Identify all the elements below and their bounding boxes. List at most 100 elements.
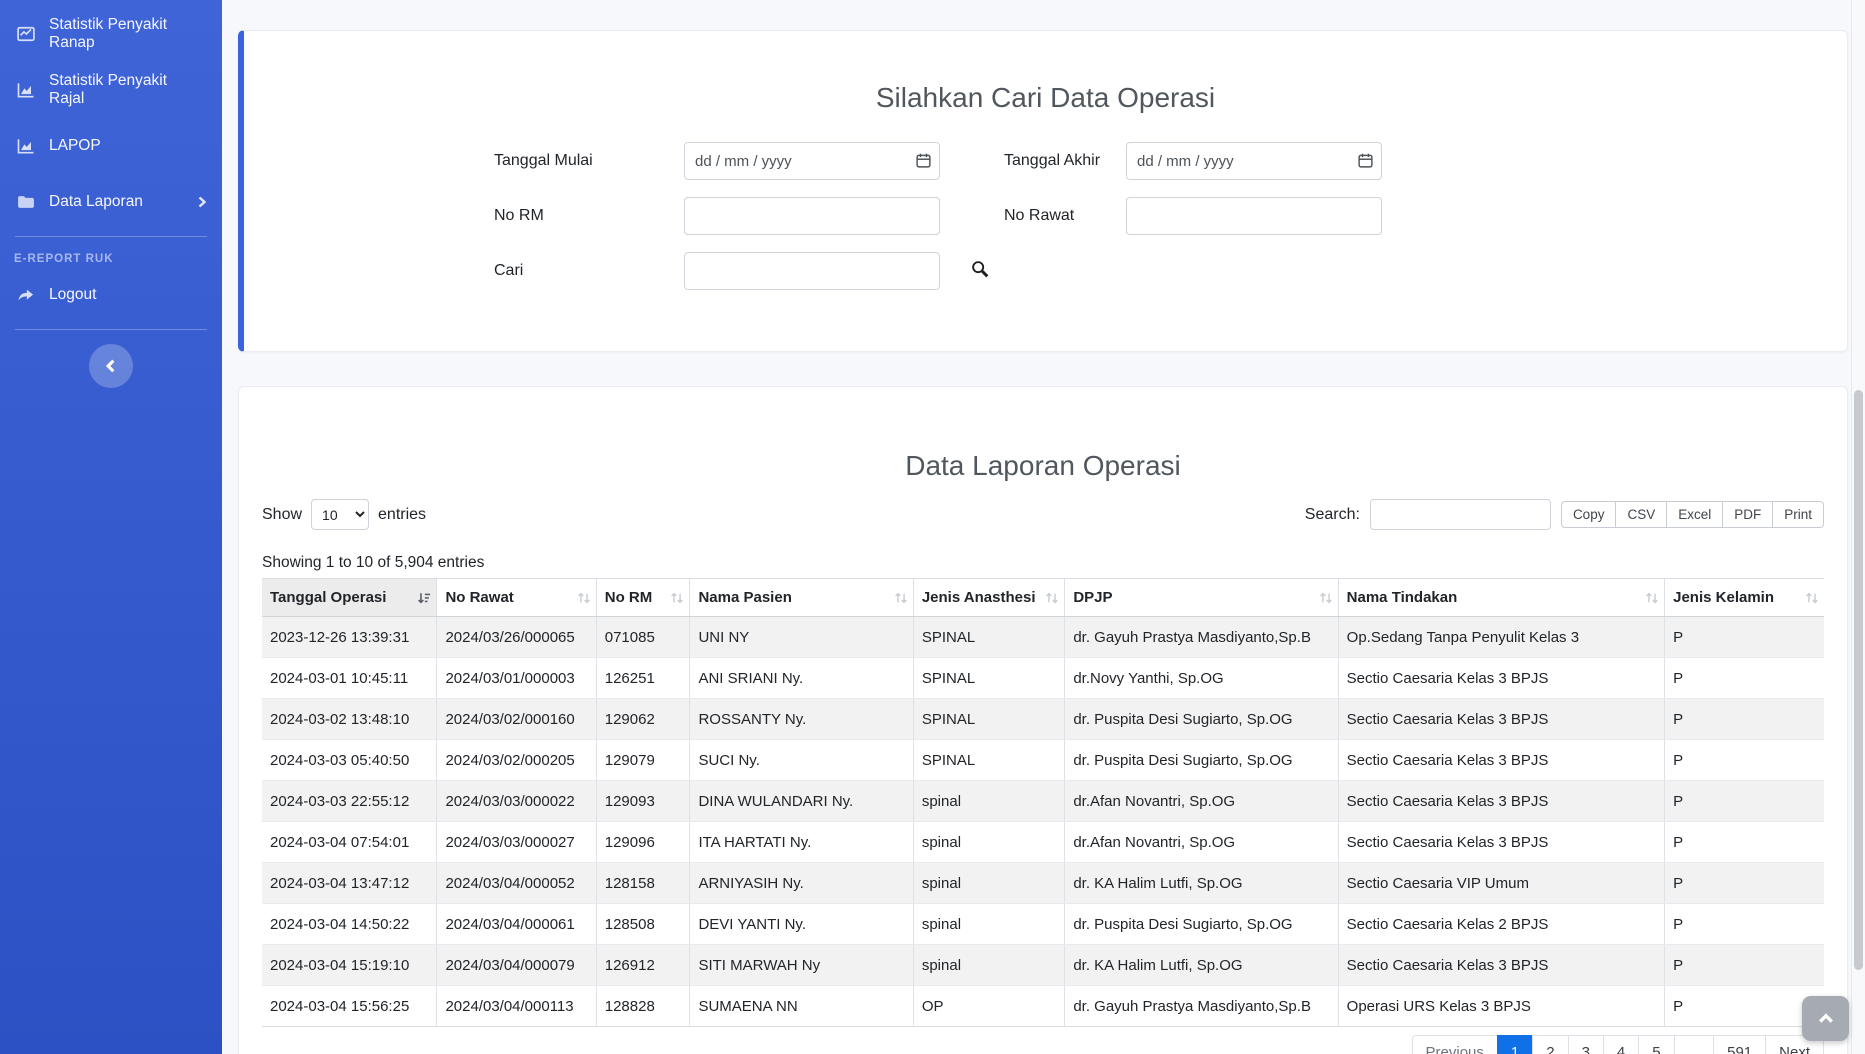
chevron-left-icon (104, 359, 118, 373)
page-1-button[interactable]: 1 (1497, 1035, 1533, 1054)
table-cell: 2024/03/04/000079 (437, 945, 596, 986)
column-header-nama-tindakan[interactable]: Nama Tindakan (1338, 579, 1664, 617)
table-cell: 128508 (596, 904, 690, 945)
table-info-text: Showing 1 to 10 of 5,904 entries (262, 554, 1824, 572)
scroll-to-top-button[interactable] (1802, 996, 1849, 1041)
table-cell: Sectio Caesaria Kelas 3 BPJS (1338, 699, 1664, 740)
table-cell: spinal (913, 904, 1065, 945)
column-header-label: No Rawat (445, 589, 513, 606)
export-print-button[interactable]: Print (1772, 501, 1824, 528)
table-cell: Sectio Caesaria Kelas 3 BPJS (1338, 658, 1664, 699)
table-header-row: Tanggal OperasiNo RawatNo RMNama PasienJ… (262, 579, 1824, 617)
table-cell: Sectio Caesaria Kelas 3 BPJS (1338, 781, 1664, 822)
table-card-title: Data Laporan Operasi (262, 449, 1824, 483)
cari-label: Cari (494, 262, 684, 280)
data-table: Tanggal OperasiNo RawatNo RMNama PasienJ… (262, 578, 1824, 1027)
page-591-button[interactable]: 591 (1713, 1035, 1766, 1054)
sidebar-item-label: Data Laporan (49, 193, 143, 211)
sidebar-item-data-laporan[interactable]: Data Laporan (0, 174, 222, 230)
table-cell: 2024-03-03 22:55:12 (262, 781, 437, 822)
page-scrollbar-track[interactable] (1851, 0, 1865, 1054)
table-cell: 129062 (596, 699, 690, 740)
entries-label: entries (378, 506, 426, 524)
tanggal-akhir-input[interactable] (1126, 142, 1382, 180)
table-row: 2024-03-04 15:19:102024/03/04/0000791269… (262, 945, 1824, 986)
column-header-no-rm[interactable]: No RM (596, 579, 690, 617)
no-rm-input[interactable] (684, 197, 940, 235)
calendar-icon[interactable] (1357, 152, 1374, 169)
calendar-icon[interactable] (915, 152, 932, 169)
column-header-tanggal-operasi[interactable]: Tanggal Operasi (262, 579, 437, 617)
page-3-button[interactable]: 3 (1568, 1035, 1604, 1054)
sidebar-collapse-button[interactable] (89, 344, 133, 388)
column-header-no-rawat[interactable]: No Rawat (437, 579, 596, 617)
export-copy-button[interactable]: Copy (1561, 501, 1617, 528)
sort-icon (670, 591, 684, 605)
column-header-dpjp[interactable]: DPJP (1065, 579, 1338, 617)
export-csv-button[interactable]: CSV (1615, 501, 1667, 528)
table-cell: P (1665, 986, 1824, 1027)
export-excel-button[interactable]: Excel (1666, 501, 1723, 528)
sidebar-divider (15, 236, 207, 237)
table-cell: dr. Gayuh Prastya Masdiyanto,Sp.B (1065, 986, 1338, 1027)
sidebar-section-label: E-REPORT RUK (0, 243, 222, 267)
search-icon (969, 258, 991, 280)
table-cell: ROSSANTY Ny. (690, 699, 913, 740)
table-cell: DINA WULANDARI Ny. (690, 781, 913, 822)
cari-input[interactable] (684, 252, 940, 290)
previous-page-button[interactable]: Previous (1412, 1035, 1498, 1054)
table-cell: DEVI YANTI Ny. (690, 904, 913, 945)
export-pdf-button[interactable]: PDF (1722, 501, 1773, 528)
column-header-jenis-kelamin[interactable]: Jenis Kelamin (1665, 579, 1824, 617)
table-cell: ANI SRIANI Ny. (690, 658, 913, 699)
table-cell: 2024/03/02/000205 (437, 740, 596, 781)
table-search-input[interactable] (1370, 499, 1551, 530)
table-cell: 2024-03-02 13:48:10 (262, 699, 437, 740)
show-label: Show (262, 506, 302, 524)
table-cell: 2024-03-04 15:56:25 (262, 986, 437, 1027)
page-scrollbar-thumb[interactable] (1854, 390, 1863, 970)
table-row: 2024-03-04 07:54:012024/03/03/0000271290… (262, 822, 1824, 863)
sidebar-item-lapop[interactable]: LAPOP (0, 118, 222, 174)
logout-icon (16, 285, 36, 305)
column-header-label: DPJP (1073, 589, 1112, 606)
search-submit-button[interactable] (968, 258, 992, 282)
page-5-button[interactable]: 5 (1638, 1035, 1674, 1054)
table-cell: dr. KA Halim Lutfi, Sp.OG (1065, 945, 1338, 986)
table-row: 2024-03-04 14:50:222024/03/04/0000611285… (262, 904, 1824, 945)
page-4-button[interactable]: 4 (1603, 1035, 1639, 1054)
tanggal-mulai-input[interactable] (684, 142, 940, 180)
sidebar: Statistik Penyakit Ranap Statistik Penya… (0, 0, 222, 1054)
table-row: 2024-03-02 13:48:102024/03/02/0001601290… (262, 699, 1824, 740)
sidebar-divider (15, 329, 207, 330)
table-cell: 129093 (596, 781, 690, 822)
table-cell: 2024/03/04/000113 (437, 986, 596, 1027)
table-cell: dr. KA Halim Lutfi, Sp.OG (1065, 863, 1338, 904)
sidebar-item-statistik-penyakit-ranap[interactable]: Statistik Penyakit Ranap (0, 6, 222, 62)
table-cell: P (1665, 658, 1824, 699)
sidebar-item-logout[interactable]: Logout (0, 267, 222, 323)
table-cell: 2024-03-04 13:47:12 (262, 863, 437, 904)
page-2-button[interactable]: 2 (1532, 1035, 1568, 1054)
sort-icon (1645, 591, 1659, 605)
table-cell: SPINAL (913, 699, 1065, 740)
tanggal-mulai-label: Tanggal Mulai (494, 152, 684, 170)
chart-bar-icon (16, 80, 36, 100)
no-rawat-label: No Rawat (940, 207, 1126, 225)
entries-select[interactable]: 10 (311, 499, 369, 530)
table-cell: P (1665, 699, 1824, 740)
sidebar-item-statistik-penyakit-rajal[interactable]: Statistik Penyakit Rajal (0, 62, 222, 118)
column-header-jenis-anasthesi[interactable]: Jenis Anasthesi (913, 579, 1065, 617)
no-rawat-input[interactable] (1126, 197, 1382, 235)
column-header-label: Nama Tindakan (1347, 589, 1458, 606)
sidebar-item-label: LAPOP (49, 137, 101, 155)
column-header-nama-pasien[interactable]: Nama Pasien (690, 579, 913, 617)
table-cell: 2024/03/01/000003 (437, 658, 596, 699)
table-cell: ITA HARTATI Ny. (690, 822, 913, 863)
table-row: 2023-12-26 13:39:312024/03/26/0000650710… (262, 617, 1824, 658)
sort-icon (577, 591, 591, 605)
page-ellipsis[interactable]: ... (1674, 1035, 1715, 1054)
sort-icon (1319, 591, 1333, 605)
table-cell: spinal (913, 945, 1065, 986)
table-cell: UNI NY (690, 617, 913, 658)
